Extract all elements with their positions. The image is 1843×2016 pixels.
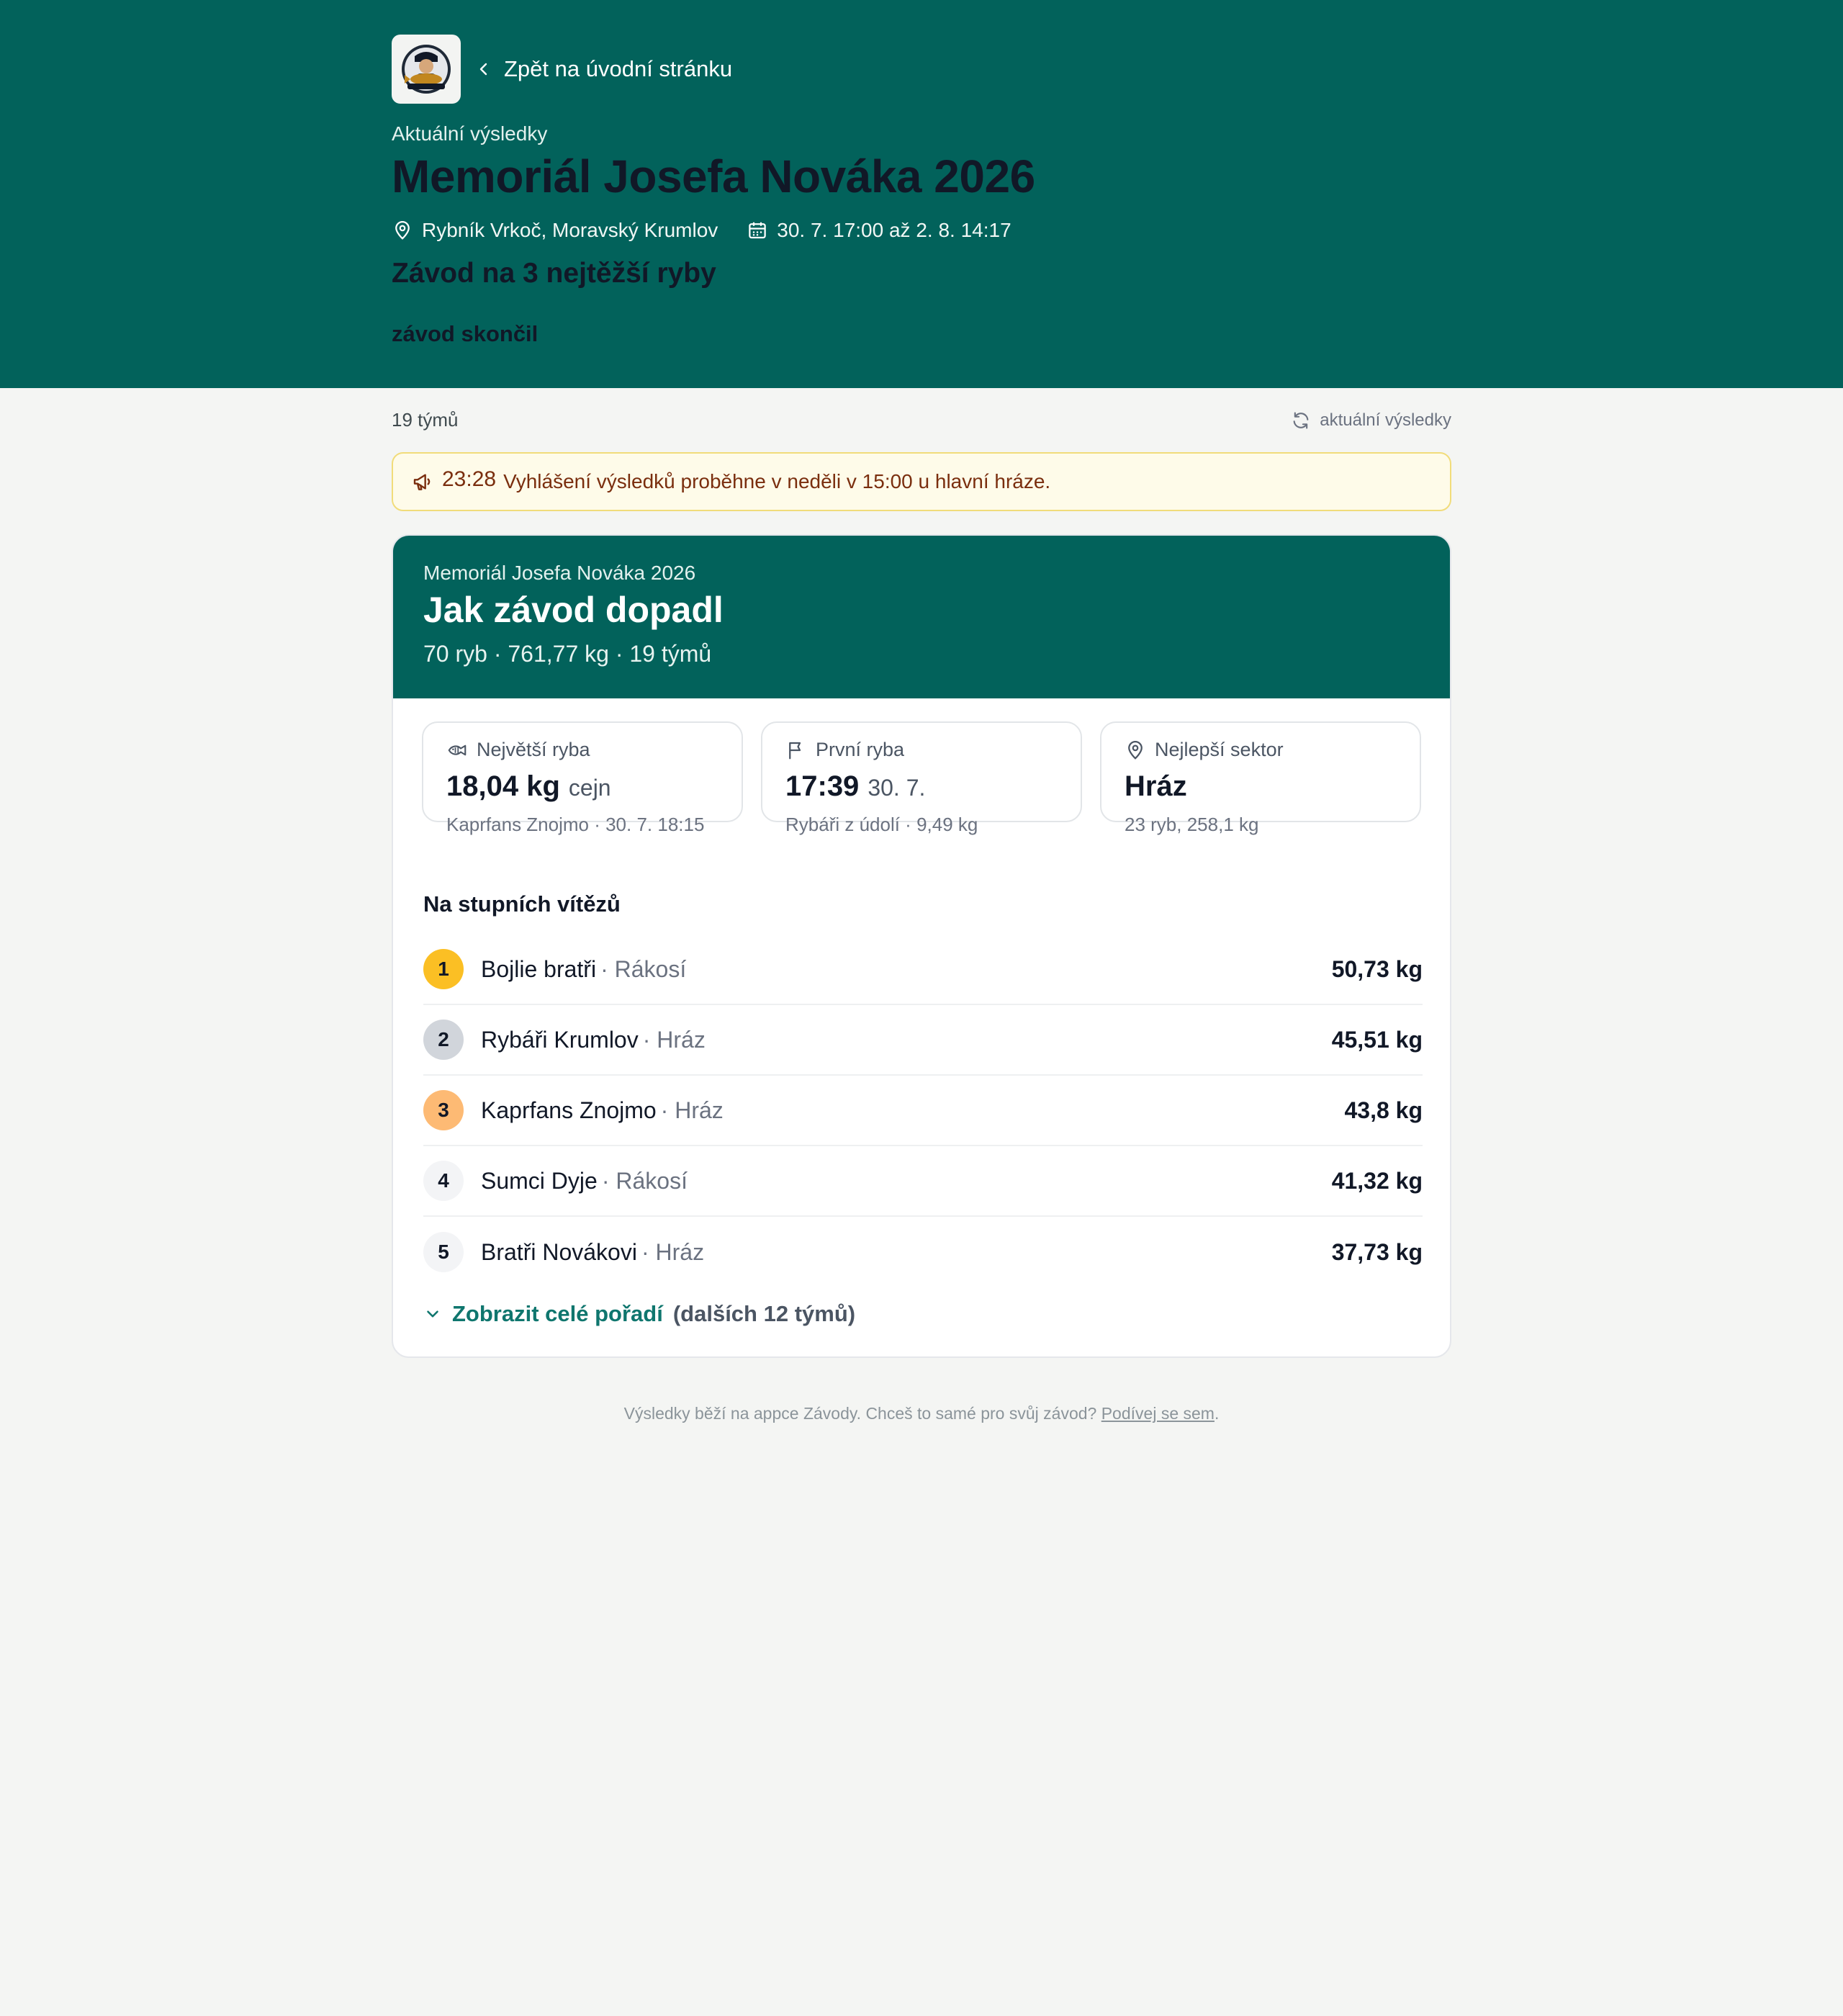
event-dates: 30. 7. 17:00 až 2. 8. 14:17: [747, 219, 1011, 242]
stat-unit: 30. 7.: [868, 775, 926, 801]
stat-first-fish: První ryba 17:39 30. 7. Rybáři z údolí · …: [761, 721, 1082, 835]
stat-foot: Rybáři z údolí · 9,49 kg: [785, 814, 978, 835]
team-weight: 50,73 kg: [1331, 955, 1423, 982]
team-sector: · Hráz: [642, 1026, 706, 1053]
podium-row[interactable]: 2 Rybáři Krumlov · Hráz 45,51 kg: [423, 1005, 1423, 1076]
event-dates-text: 30. 7. 17:00 až 2. 8. 14:17: [777, 219, 1011, 241]
stat-value-text: 18,04 kg: [446, 770, 560, 802]
map-pin-icon: [1128, 740, 1143, 760]
back-link[interactable]: Zpět na úvodní stránku: [475, 52, 732, 86]
stat-value: 17:39 30. 7.: [785, 770, 925, 803]
footer-text: Výsledky běží na appce Závody. Chceš to …: [623, 1404, 1097, 1423]
refresh-button[interactable]: aktuální výsledky: [1291, 406, 1451, 435]
fish-icon: [448, 744, 467, 755]
chevron-down-icon: [427, 1310, 438, 1318]
rank-badge: 1: [423, 949, 464, 989]
event-location-text: Rybník Vrkoč, Moravský Krumlov: [422, 219, 718, 241]
calendar-icon: [749, 222, 767, 239]
team-weight: 41,32 kg: [1331, 1167, 1423, 1194]
stat-label: První ryba: [816, 739, 905, 760]
stat-value: 18,04 kg cejn: [446, 770, 611, 803]
stat-value: Hráz: [1125, 770, 1187, 803]
results-card-stats: 70 ryb · 761,77 kg · 19 týmů: [423, 641, 712, 667]
stat-biggest-fish: Největší ryba 18,04 kg cejn Kaprfans Znoj…: [422, 721, 743, 835]
podium-title: Na stupních vítězů: [423, 891, 621, 917]
team-sector: · Rákosí: [601, 1167, 688, 1194]
chevron-left-icon: [479, 63, 487, 76]
stat-foot: 23 ryb, 258,1 kg: [1125, 814, 1259, 835]
hero-kicker: Aktuální výsledky: [392, 122, 548, 145]
team-weight: 43,8 kg: [1344, 1097, 1423, 1123]
page-title: Memoriál Josefa Nováka 2026: [392, 150, 1035, 202]
summary-bar: 19 týmů aktuální výsledky: [392, 406, 1451, 435]
megaphone-icon: [413, 474, 431, 490]
carp-logo-icon: [402, 45, 451, 94]
stat-first-fish-label: První ryba: [785, 739, 904, 761]
stat-label: Největší ryba: [477, 739, 590, 760]
show-full-ranking-button[interactable]: Zobrazit celé pořadí (dalších 12 týmů): [423, 1297, 855, 1331]
podium-row[interactable]: 5 Bratři Novákovi · Hráz 37,73 kg: [423, 1217, 1423, 1287]
competition-status: závod skončil: [392, 321, 539, 346]
announcement-text: Vyhlášení výsledků proběhne v neděli v 1…: [503, 470, 1051, 492]
announcement-banner: 23:28 Vyhlášení výsledků proběhne v nedě…: [392, 452, 1451, 511]
club-logo[interactable]: [392, 35, 461, 104]
show-full-ranking-count: (dalších 12 týmů): [672, 1301, 856, 1326]
team-name: Kaprfans Znojmo: [481, 1097, 657, 1123]
podium-row[interactable]: 1 Bojlie bratři · Rákosí 50,73 kg: [423, 935, 1423, 1005]
stat-best-sector: Nejlepší sektor Hráz 23 ryb, 258,1 kg: [1100, 721, 1421, 835]
flag-icon: [789, 742, 801, 759]
team-name: Rybáři Krumlov: [481, 1026, 639, 1053]
stat-biggest-fish-label: Největší ryba: [446, 739, 590, 761]
rank-badge: 5: [423, 1232, 464, 1272]
team-sector: · Rákosí: [600, 955, 687, 982]
competition-format: Závod na 3 nejtěžší ryby: [392, 258, 716, 289]
podium-row[interactable]: 3 Kaprfans Znojmo · Hráz 43,8 kg: [423, 1076, 1423, 1146]
team-sector: · Hráz: [641, 1238, 705, 1265]
stat-unit: cejn: [568, 775, 611, 801]
footer: Výsledky běží na appce Závody. Chceš to …: [0, 1404, 1843, 1423]
team-name: Bratři Novákovi: [481, 1238, 637, 1265]
results-card-kicker: Memoriál Josefa Nováka 2026: [423, 562, 696, 584]
podium-row[interactable]: 4 Sumci Dyje · Rákosí 41,32 kg: [423, 1146, 1423, 1217]
stat-value-text: Hráz: [1125, 770, 1187, 802]
footer-end: .: [1214, 1404, 1220, 1423]
team-weight: 37,73 kg: [1331, 1238, 1423, 1265]
back-link-label: Zpět na úvodní stránku: [504, 56, 733, 81]
results-card-title: Jak závod dopadl: [423, 590, 724, 630]
results-card: Memoriál Josefa Nováka 2026 Jak závod do…: [392, 534, 1451, 1358]
event-location: Rybník Vrkoč, Moravský Krumlov: [392, 219, 718, 242]
results-card-header: Memoriál Josefa Nováka 2026 Jak závod do…: [393, 536, 1450, 698]
event-meta: Rybník Vrkoč, Moravský Krumlov 30. 7. 17…: [392, 216, 1040, 245]
team-count: 19 týmů: [392, 409, 459, 431]
stat-foot: Kaprfans Znojmo · 30. 7. 18:15: [446, 814, 705, 835]
rank-badge: 3: [423, 1090, 464, 1130]
team-weight: 45,51 kg: [1331, 1026, 1423, 1053]
stat-value-text: 17:39: [785, 770, 860, 802]
announcement-time: 23:28: [442, 467, 497, 491]
footer-link[interactable]: Podívej se sem: [1101, 1404, 1215, 1423]
rank-badge: 2: [423, 1020, 464, 1060]
stat-best-sector-label: Nejlepší sektor: [1125, 739, 1284, 761]
refresh-icon: [1293, 412, 1309, 429]
team-sector: · Hráz: [660, 1097, 724, 1123]
team-name: Sumci Dyje: [481, 1167, 598, 1194]
refresh-label: aktuální výsledky: [1320, 410, 1451, 430]
stat-label: Nejlepší sektor: [1155, 739, 1284, 760]
team-name: Bojlie bratři: [481, 955, 597, 982]
show-full-ranking-label: Zobrazit celé pořadí: [452, 1301, 663, 1326]
map-pin-icon: [395, 221, 410, 240]
rank-badge: 4: [423, 1161, 464, 1201]
